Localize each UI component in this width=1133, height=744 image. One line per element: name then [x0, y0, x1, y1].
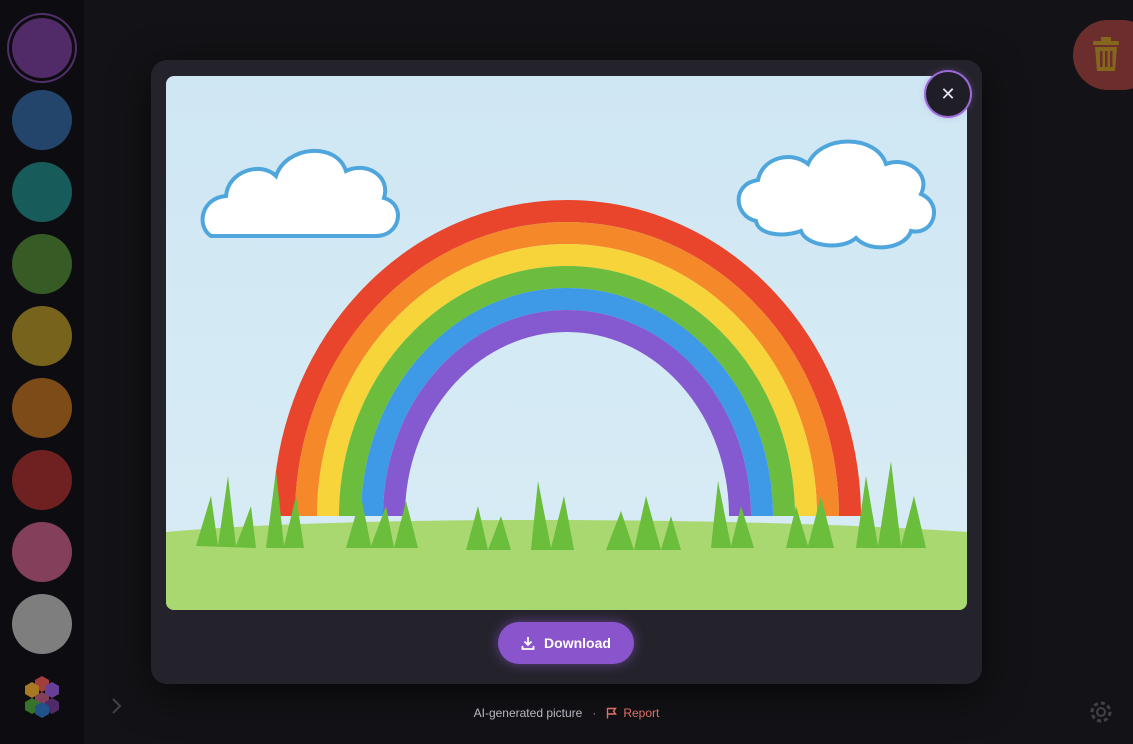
- ai-caption: AI-generated picture: [473, 706, 583, 720]
- footer-separator: ·: [592, 706, 597, 720]
- download-button[interactable]: Download: [498, 622, 634, 664]
- download-label: Download: [544, 635, 611, 651]
- generated-picture: [166, 76, 967, 610]
- close-icon: ✕: [940, 83, 956, 104]
- flag-icon: [607, 707, 618, 719]
- report-link[interactable]: Report: [606, 706, 659, 720]
- report-label: Report: [623, 706, 660, 720]
- close-button[interactable]: ✕: [926, 72, 970, 116]
- app: ✕ Download AI-generated picture · Report: [0, 0, 1133, 744]
- picture-preview-modal: [151, 60, 982, 684]
- download-icon: [521, 637, 535, 650]
- picture-footer: AI-generated picture · Report: [0, 704, 1133, 722]
